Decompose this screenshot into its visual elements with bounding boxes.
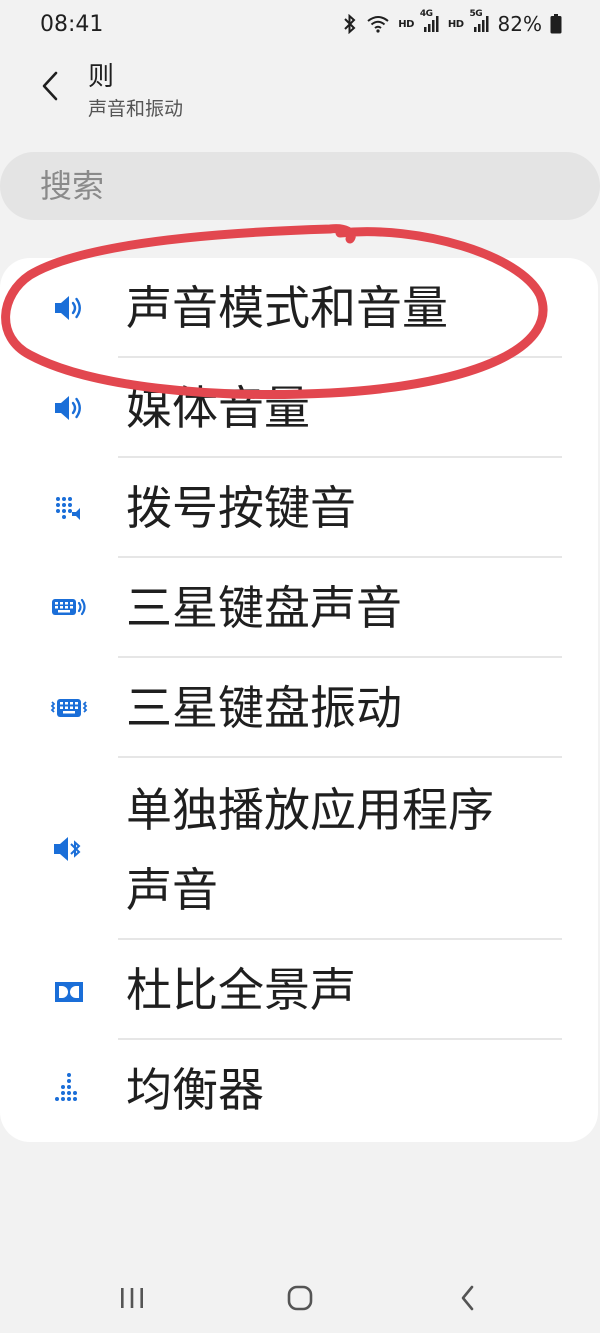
dialpad-sound-icon [50, 489, 88, 527]
list-item-separate-app-sound[interactable]: 单独播放应用程序 声音 [0, 758, 598, 940]
chevron-left-icon [42, 71, 58, 101]
list-item-equalizer[interactable]: 均衡器 [0, 1040, 598, 1140]
item-label-line-1: 单独播放应用程序 [126, 783, 494, 837]
back-nav-button[interactable] [448, 1280, 488, 1316]
volume-icon [50, 389, 88, 427]
network-4g-label: 4G [419, 9, 433, 19]
home-icon [287, 1285, 313, 1311]
network-5g-label: 5G [469, 9, 483, 19]
hd-label-2: HD [447, 18, 464, 30]
list-item-dialpad-tone[interactable]: 拨号按键音 [0, 458, 598, 558]
status-time: 08:41 [40, 12, 104, 37]
item-label: 拨号按键音 [126, 481, 356, 535]
recent-apps-icon [121, 1288, 143, 1308]
item-label: 三星键盘声音 [126, 581, 402, 635]
breadcrumb: 声音和振动 [88, 98, 184, 120]
item-label: 声音模式和音量 [126, 281, 448, 335]
equalizer-icon [50, 1069, 88, 1107]
home-button[interactable] [280, 1280, 320, 1316]
status-icons: HD 4G HD 5G 82% [342, 9, 562, 36]
app-header: 则 声音和振动 [0, 52, 600, 142]
keyboard-vibration-icon [50, 689, 88, 727]
list-item-dolby-atmos[interactable]: 杜比全景声 [0, 940, 598, 1040]
item-label: 媒体音量 [126, 381, 310, 435]
settings-list: 声音模式和音量 媒体音量 拨号按键音 三星键盘声音 三星键盘振动 单独播放应用程… [0, 258, 598, 1142]
search-input[interactable] [38, 166, 542, 206]
navigation-bar [0, 1260, 600, 1333]
list-item-sound-mode[interactable]: 声音模式和音量 [0, 258, 598, 358]
item-label: 均衡器 [126, 1063, 264, 1117]
list-item-keyboard-sound[interactable]: 三星键盘声音 [0, 558, 598, 658]
bluetooth-icon [342, 14, 358, 34]
back-button[interactable] [30, 66, 70, 106]
signal-5g-icon: 5G [470, 9, 490, 33]
wifi-icon [366, 14, 390, 34]
signal-4g-icon: 4G [420, 9, 440, 33]
battery-icon [550, 14, 562, 34]
keyboard-sound-icon [50, 589, 88, 627]
volume-icon [50, 289, 88, 327]
page-title: 则 [88, 62, 115, 92]
battery-percent: 82% [497, 12, 542, 36]
chevron-left-icon [461, 1285, 474, 1311]
bluetooth-audio-icon [50, 830, 88, 868]
list-item-media-volume[interactable]: 媒体音量 [0, 358, 598, 458]
dolby-icon [50, 973, 88, 1011]
status-bar: 08:41 HD 4G HD 5G 82% [0, 0, 600, 52]
item-label-line-2: 声音 [126, 863, 218, 917]
search-bar[interactable] [0, 152, 600, 220]
hd-label-1: HD [398, 18, 414, 30]
recent-apps-button[interactable] [112, 1280, 152, 1316]
list-item-keyboard-vibration[interactable]: 三星键盘振动 [0, 658, 598, 758]
item-label: 杜比全景声 [126, 963, 356, 1017]
item-label: 三星键盘振动 [126, 681, 402, 735]
